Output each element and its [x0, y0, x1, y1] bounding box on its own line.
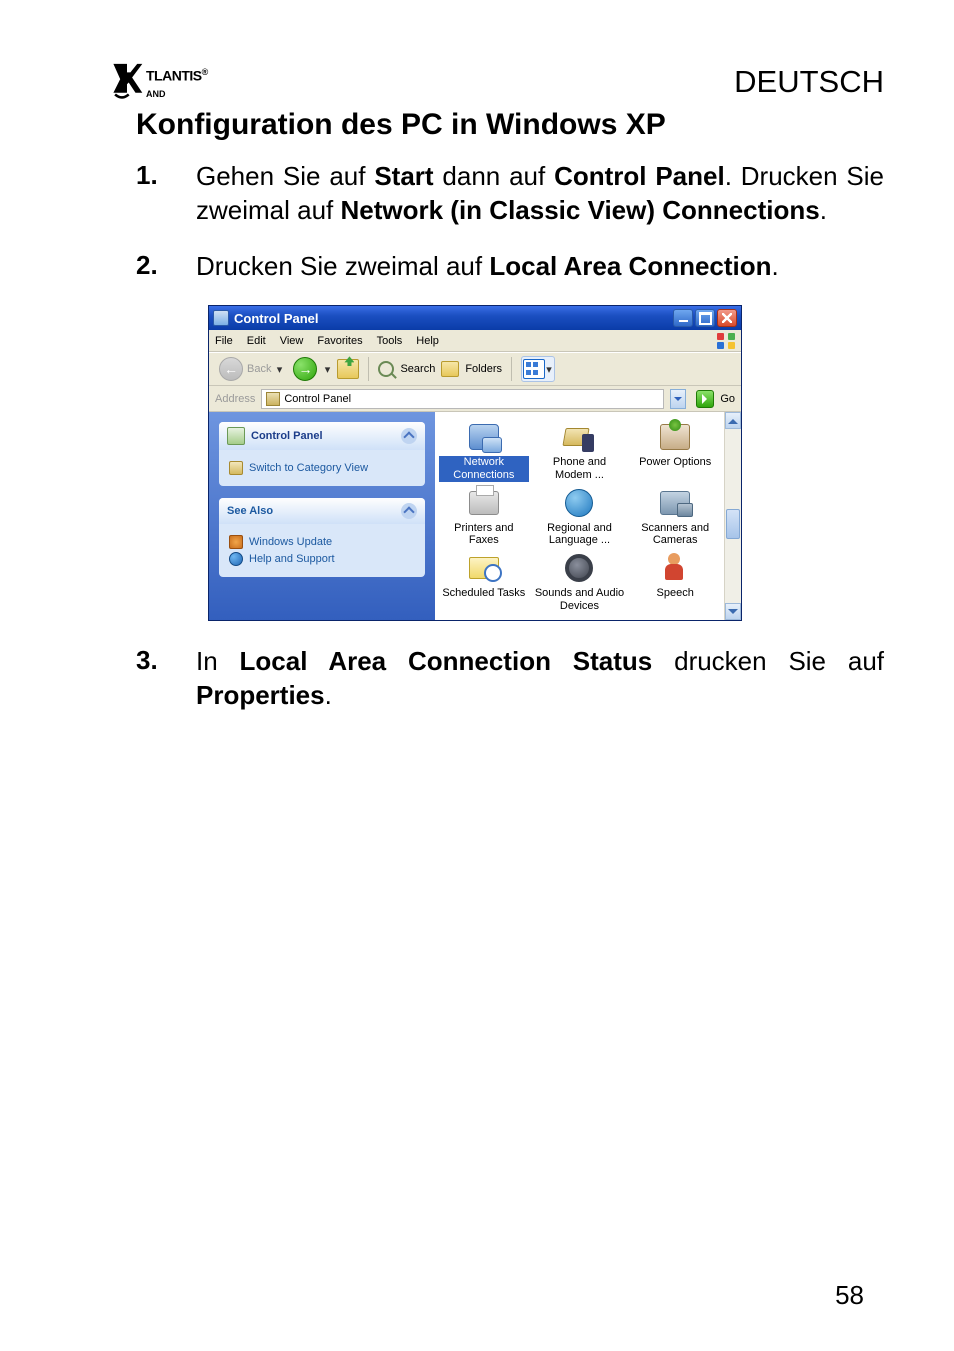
maximize-button[interactable] [695, 309, 715, 327]
step-body: In Local Area Connection Status drucken … [196, 645, 884, 713]
separator [511, 357, 512, 381]
address-icon [266, 392, 280, 406]
help-support-link[interactable]: Help and Support [229, 552, 415, 566]
go-button[interactable]: Go [720, 393, 735, 405]
step-number: 3. [136, 645, 196, 676]
item-scheduled-tasks[interactable]: Scheduled Tasks [439, 551, 529, 612]
scroll-track[interactable] [725, 429, 741, 603]
address-label: Address [215, 393, 255, 405]
phone-icon [564, 422, 594, 452]
step-body: Drucken Sie zweimal auf Local Area Conne… [196, 250, 884, 284]
folders-button[interactable]: Folders [465, 363, 502, 375]
scheduled-icon [469, 557, 499, 579]
menu-favorites[interactable]: Favorites [317, 335, 362, 347]
steps-list: 1. Gehen Sie auf Start dann auf Control … [136, 160, 884, 283]
control-panel-icon [227, 427, 245, 445]
section-title: Konfiguration des PC in Windows XP [136, 108, 884, 142]
menu-tools[interactable]: Tools [377, 335, 403, 347]
item-network-connections[interactable]: Network Connections [439, 420, 529, 481]
titlebar[interactable]: Control Panel [209, 306, 741, 330]
step-number: 2. [136, 250, 196, 281]
panel-see-also: See Also Windows Update Help and Support [219, 498, 425, 577]
language-label: DEUTSCH [734, 64, 884, 100]
forward-button[interactable]: → [293, 357, 317, 381]
brand-logo: TLANTIS® AND [110, 60, 208, 100]
window-title: Control Panel [234, 311, 673, 326]
speech-icon [661, 553, 689, 583]
help-icon [229, 552, 243, 566]
scroll-thumb[interactable] [726, 509, 740, 539]
sound-icon [565, 554, 593, 582]
globe-icon [565, 489, 593, 517]
menubar: File Edit View Favorites Tools Help [209, 330, 741, 352]
scanner-icon [660, 491, 690, 515]
panel-header[interactable]: Control Panel [219, 422, 425, 450]
scroll-up-button[interactable] [725, 412, 741, 429]
views-icon [523, 359, 545, 379]
address-bar: Address Control Panel Go [209, 386, 741, 412]
control-panel-window: Control Panel File Edit View Favorites T… [208, 305, 742, 621]
item-regional-language[interactable]: Regional and Language ... [535, 486, 625, 547]
side-panel: Control Panel Switch to Category View Se… [209, 412, 435, 620]
collapse-icon[interactable] [401, 428, 417, 444]
toolbar: ← Back ▾ → ▾ Search Folders ▾ [209, 352, 741, 386]
power-icon [660, 424, 690, 450]
window-icon [213, 310, 229, 326]
brand-logo-icon [110, 60, 144, 100]
item-phone-modem[interactable]: Phone and Modem ... [535, 420, 625, 481]
window-body: Control Panel Switch to Category View Se… [209, 412, 741, 620]
windows-update-link[interactable]: Windows Update [229, 535, 415, 549]
panel-header[interactable]: See Also [219, 498, 425, 524]
views-button[interactable]: ▾ [521, 356, 555, 382]
back-icon: ← [219, 357, 243, 381]
separator [368, 357, 369, 381]
printer-icon [469, 491, 499, 515]
brand-text: TLANTIS® AND [146, 67, 208, 100]
search-icon [378, 361, 394, 377]
page-number: 58 [835, 1280, 864, 1311]
icon-grid: Network Connections Phone and Modem ... … [435, 412, 724, 620]
chevron-down-icon: ▾ [275, 358, 283, 380]
windows-flag-icon [717, 333, 735, 349]
up-folder-button[interactable] [337, 359, 359, 379]
menu-edit[interactable]: Edit [247, 335, 266, 347]
item-sounds-audio[interactable]: Sounds and Audio Devices [535, 551, 625, 612]
minimize-button[interactable] [673, 309, 693, 327]
vertical-scrollbar[interactable] [724, 412, 741, 620]
chevron-down-icon[interactable]: ▾ [323, 358, 331, 380]
switch-view-link[interactable]: Switch to Category View [229, 461, 415, 475]
address-dropdown[interactable] [670, 389, 686, 409]
menu-help[interactable]: Help [416, 335, 439, 347]
collapse-icon[interactable] [401, 503, 417, 519]
go-button-icon[interactable] [696, 390, 714, 408]
item-scanners-cameras[interactable]: Scanners and Cameras [630, 486, 720, 547]
page-header: TLANTIS® AND DEUTSCH [110, 60, 884, 100]
network-icon [469, 424, 499, 450]
steps-list-continued: 3. In Local Area Connection Status druck… [136, 645, 884, 713]
update-icon [229, 535, 243, 549]
switch-icon [229, 461, 243, 475]
address-value: Control Panel [284, 393, 351, 405]
item-power-options[interactable]: Power Options [630, 420, 720, 481]
folders-icon [441, 361, 459, 377]
scroll-down-button[interactable] [725, 603, 741, 620]
close-button[interactable] [717, 309, 737, 327]
search-button[interactable]: Search [400, 363, 435, 375]
menu-file[interactable]: File [215, 335, 233, 347]
step-number: 1. [136, 160, 196, 191]
step-body: Gehen Sie auf Start dann auf Control Pan… [196, 160, 884, 228]
item-speech[interactable]: Speech [630, 551, 720, 612]
address-field[interactable]: Control Panel [261, 389, 664, 409]
menu-view[interactable]: View [280, 335, 304, 347]
panel-control-panel: Control Panel Switch to Category View [219, 422, 425, 486]
back-button: ← Back ▾ [215, 356, 287, 382]
chevron-down-icon: ▾ [545, 358, 553, 380]
item-printers-faxes[interactable]: Printers and Faxes [439, 486, 529, 547]
